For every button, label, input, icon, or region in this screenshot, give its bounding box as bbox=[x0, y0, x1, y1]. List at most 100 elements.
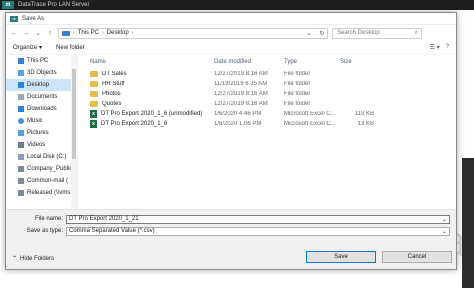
nav-item-label: Released (\\vms bbox=[27, 190, 71, 196]
file-type: File folder bbox=[284, 101, 311, 107]
chevron-right-icon: › bbox=[131, 30, 134, 36]
network-drive-icon bbox=[18, 190, 24, 196]
nav-item-videos[interactable]: Videos bbox=[6, 139, 77, 151]
music-icon bbox=[18, 118, 24, 124]
desktop-icon bbox=[18, 82, 24, 88]
nav-item-3d-objects[interactable]: 3D Objects bbox=[6, 67, 77, 79]
nav-item-label: Common-mail ( bbox=[27, 178, 69, 184]
file-row[interactable]: x DT Pro Export 2020_1_6 (unmodified) 1/6… bbox=[78, 109, 456, 119]
excel-icon: x bbox=[90, 110, 97, 118]
file-type: File folder bbox=[284, 91, 311, 97]
breadcrumb-this-pc[interactable]: This PC bbox=[78, 30, 99, 36]
file-row[interactable]: Photos 12/27/2019 8:16 AM File folder bbox=[78, 89, 456, 99]
videos-icon bbox=[18, 142, 24, 148]
file-type: File folder bbox=[284, 81, 311, 87]
nav-item-label: Local Disk (C:) bbox=[27, 154, 67, 160]
chevron-up-icon: ⌃ bbox=[12, 256, 18, 262]
search-placeholder: Search Desktop bbox=[337, 30, 380, 36]
nav-item-label: Desktop bbox=[27, 82, 50, 88]
column-header-size[interactable]: Size bbox=[340, 59, 380, 65]
nav-item-pictures[interactable]: Pictures bbox=[6, 127, 77, 139]
file-name: DT Pro Export 2020_1_6 (unmodified) bbox=[101, 111, 203, 117]
file-list: Name Date modified Type Size DT Sales 12… bbox=[78, 55, 456, 209]
network-drive-icon bbox=[18, 178, 24, 184]
pc-icon bbox=[18, 58, 24, 64]
file-date: 1/6/2020 1:06 PM bbox=[214, 121, 262, 127]
organize-button[interactable]: Organize ▾ bbox=[13, 44, 42, 51]
nav-scrollbar[interactable] bbox=[71, 55, 77, 209]
disk-icon bbox=[18, 154, 24, 160]
column-header-name[interactable]: Name bbox=[90, 59, 214, 65]
file-name-input[interactable]: DT Pro Export 2020_1_21 ⌄ bbox=[66, 214, 450, 224]
refresh-icon[interactable]: ↻ bbox=[317, 30, 327, 37]
browser-content: This PC 3D Objects Desktop Documents Dow… bbox=[6, 55, 456, 209]
address-dropdown-icon[interactable]: ⌄ bbox=[304, 30, 314, 37]
cancel-button[interactable]: Cancel bbox=[382, 251, 452, 263]
file-date: 12/27/2019 8:16 AM bbox=[214, 71, 268, 77]
file-date: 1/6/2020 4:46 PM bbox=[214, 111, 262, 117]
address-bar[interactable]: › This PC › Desktop › ⌄ ↻ bbox=[58, 27, 328, 39]
help-icon[interactable]: ? bbox=[446, 44, 449, 51]
nav-item-label: Pictures bbox=[27, 130, 49, 136]
nav-item-label: Documents bbox=[27, 94, 58, 100]
file-name: DT Sales bbox=[102, 71, 127, 77]
nav-item-label: Videos bbox=[27, 142, 46, 148]
save-type-select[interactable]: Comma Separated Value (*.csv) ⌄ bbox=[66, 226, 450, 236]
new-folder-button[interactable]: New folder bbox=[56, 45, 85, 51]
save-options-panel: File name: DT Pro Export 2020_1_21 ⌄ Sav… bbox=[6, 209, 456, 269]
file-date: 11/19/2019 6:35 AM bbox=[214, 81, 268, 87]
nav-item-music[interactable]: Music bbox=[6, 115, 77, 127]
file-row[interactable]: Quotes 12/27/2019 8:16 AM File folder bbox=[78, 99, 456, 109]
save-button[interactable]: Save bbox=[306, 251, 376, 263]
nav-item-common-mail[interactable]: Common-mail ( bbox=[6, 175, 77, 187]
nav-item-released[interactable]: Released (\\vms bbox=[6, 187, 77, 199]
dialog-title: Save As bbox=[22, 15, 45, 22]
up-arrow-icon[interactable]: ↑ bbox=[46, 28, 54, 38]
toolbar: Organize ▾ New folder ☰ ▾ ? bbox=[6, 41, 456, 55]
file-size: 119 KB bbox=[354, 111, 374, 117]
hide-folders-toggle[interactable]: ⌃ Hide Folders bbox=[12, 255, 55, 263]
navigation-pane: This PC 3D Objects Desktop Documents Dow… bbox=[6, 55, 78, 209]
dialog-titlebar: dt Save As bbox=[6, 13, 456, 25]
file-name-label: File name: bbox=[34, 216, 63, 222]
nav-item-label: Music bbox=[27, 118, 43, 124]
hide-folders-label: Hide Folders bbox=[20, 255, 55, 262]
recent-locations-icon[interactable]: ⌄ bbox=[34, 28, 42, 38]
chevron-down-icon[interactable]: ⌄ bbox=[442, 216, 447, 223]
nav-item-downloads[interactable]: Downloads bbox=[6, 103, 77, 115]
nav-item-this-pc[interactable]: This PC bbox=[6, 55, 77, 67]
file-type: Microsoft Excel C... bbox=[284, 111, 336, 117]
pictures-icon bbox=[18, 130, 24, 136]
folder-icon bbox=[90, 71, 98, 77]
nav-item-company-public[interactable]: Company_Public bbox=[6, 163, 77, 175]
search-input[interactable]: Search Desktop ⌕ bbox=[332, 27, 422, 39]
file-row[interactable]: x DT Pro Export 2020_1_6 1/6/2020 1:06 PM… bbox=[78, 119, 456, 129]
chevron-down-icon[interactable]: ⌄ bbox=[442, 228, 447, 235]
forward-arrow-icon[interactable]: → bbox=[22, 28, 30, 38]
column-headers: Name Date modified Type Size bbox=[78, 55, 456, 69]
navigation-bar: ← → ⌄ ↑ › This PC › Desktop › ⌄ ↻ Search… bbox=[6, 25, 456, 41]
folder-icon bbox=[90, 91, 98, 97]
back-arrow-icon[interactable]: ← bbox=[10, 28, 18, 38]
chevron-right-icon: › bbox=[102, 30, 104, 36]
file-row[interactable]: DT Sales 12/27/2019 8:16 AM File folder bbox=[78, 69, 456, 79]
save-as-dialog: dt Save As ← → ⌄ ↑ › This PC › Desktop ›… bbox=[5, 12, 457, 270]
app-title: DataTrace Pro LAN Server bbox=[18, 2, 90, 8]
save-type-row: Save as type: Comma Separated Value (*.c… bbox=[10, 226, 450, 236]
file-type: Microsoft Excel C... bbox=[284, 121, 336, 127]
file-row[interactable]: HR Stuff 11/19/2019 6:35 AM File folder bbox=[78, 79, 456, 89]
view-options-icon[interactable]: ☰ ▾ bbox=[430, 44, 440, 51]
nav-item-label: This PC bbox=[27, 58, 49, 64]
app-logo: dt bbox=[2, 1, 14, 9]
file-name-value: DT Pro Export 2020_1_21 bbox=[69, 216, 139, 222]
column-header-date[interactable]: Date modified bbox=[214, 59, 284, 65]
nav-scrollbar-thumb[interactable] bbox=[72, 69, 76, 159]
nav-item-local-disk[interactable]: Local Disk (C:) bbox=[6, 151, 77, 163]
app-titlebar: dt DataTrace Pro LAN Server bbox=[0, 0, 474, 10]
network-drive-icon bbox=[18, 166, 24, 172]
column-header-type[interactable]: Type bbox=[284, 59, 340, 65]
file-name: Quotes bbox=[102, 101, 122, 107]
breadcrumb-desktop[interactable]: Desktop bbox=[107, 30, 129, 36]
nav-item-documents[interactable]: Documents bbox=[6, 91, 77, 103]
nav-item-desktop[interactable]: Desktop bbox=[6, 79, 77, 91]
